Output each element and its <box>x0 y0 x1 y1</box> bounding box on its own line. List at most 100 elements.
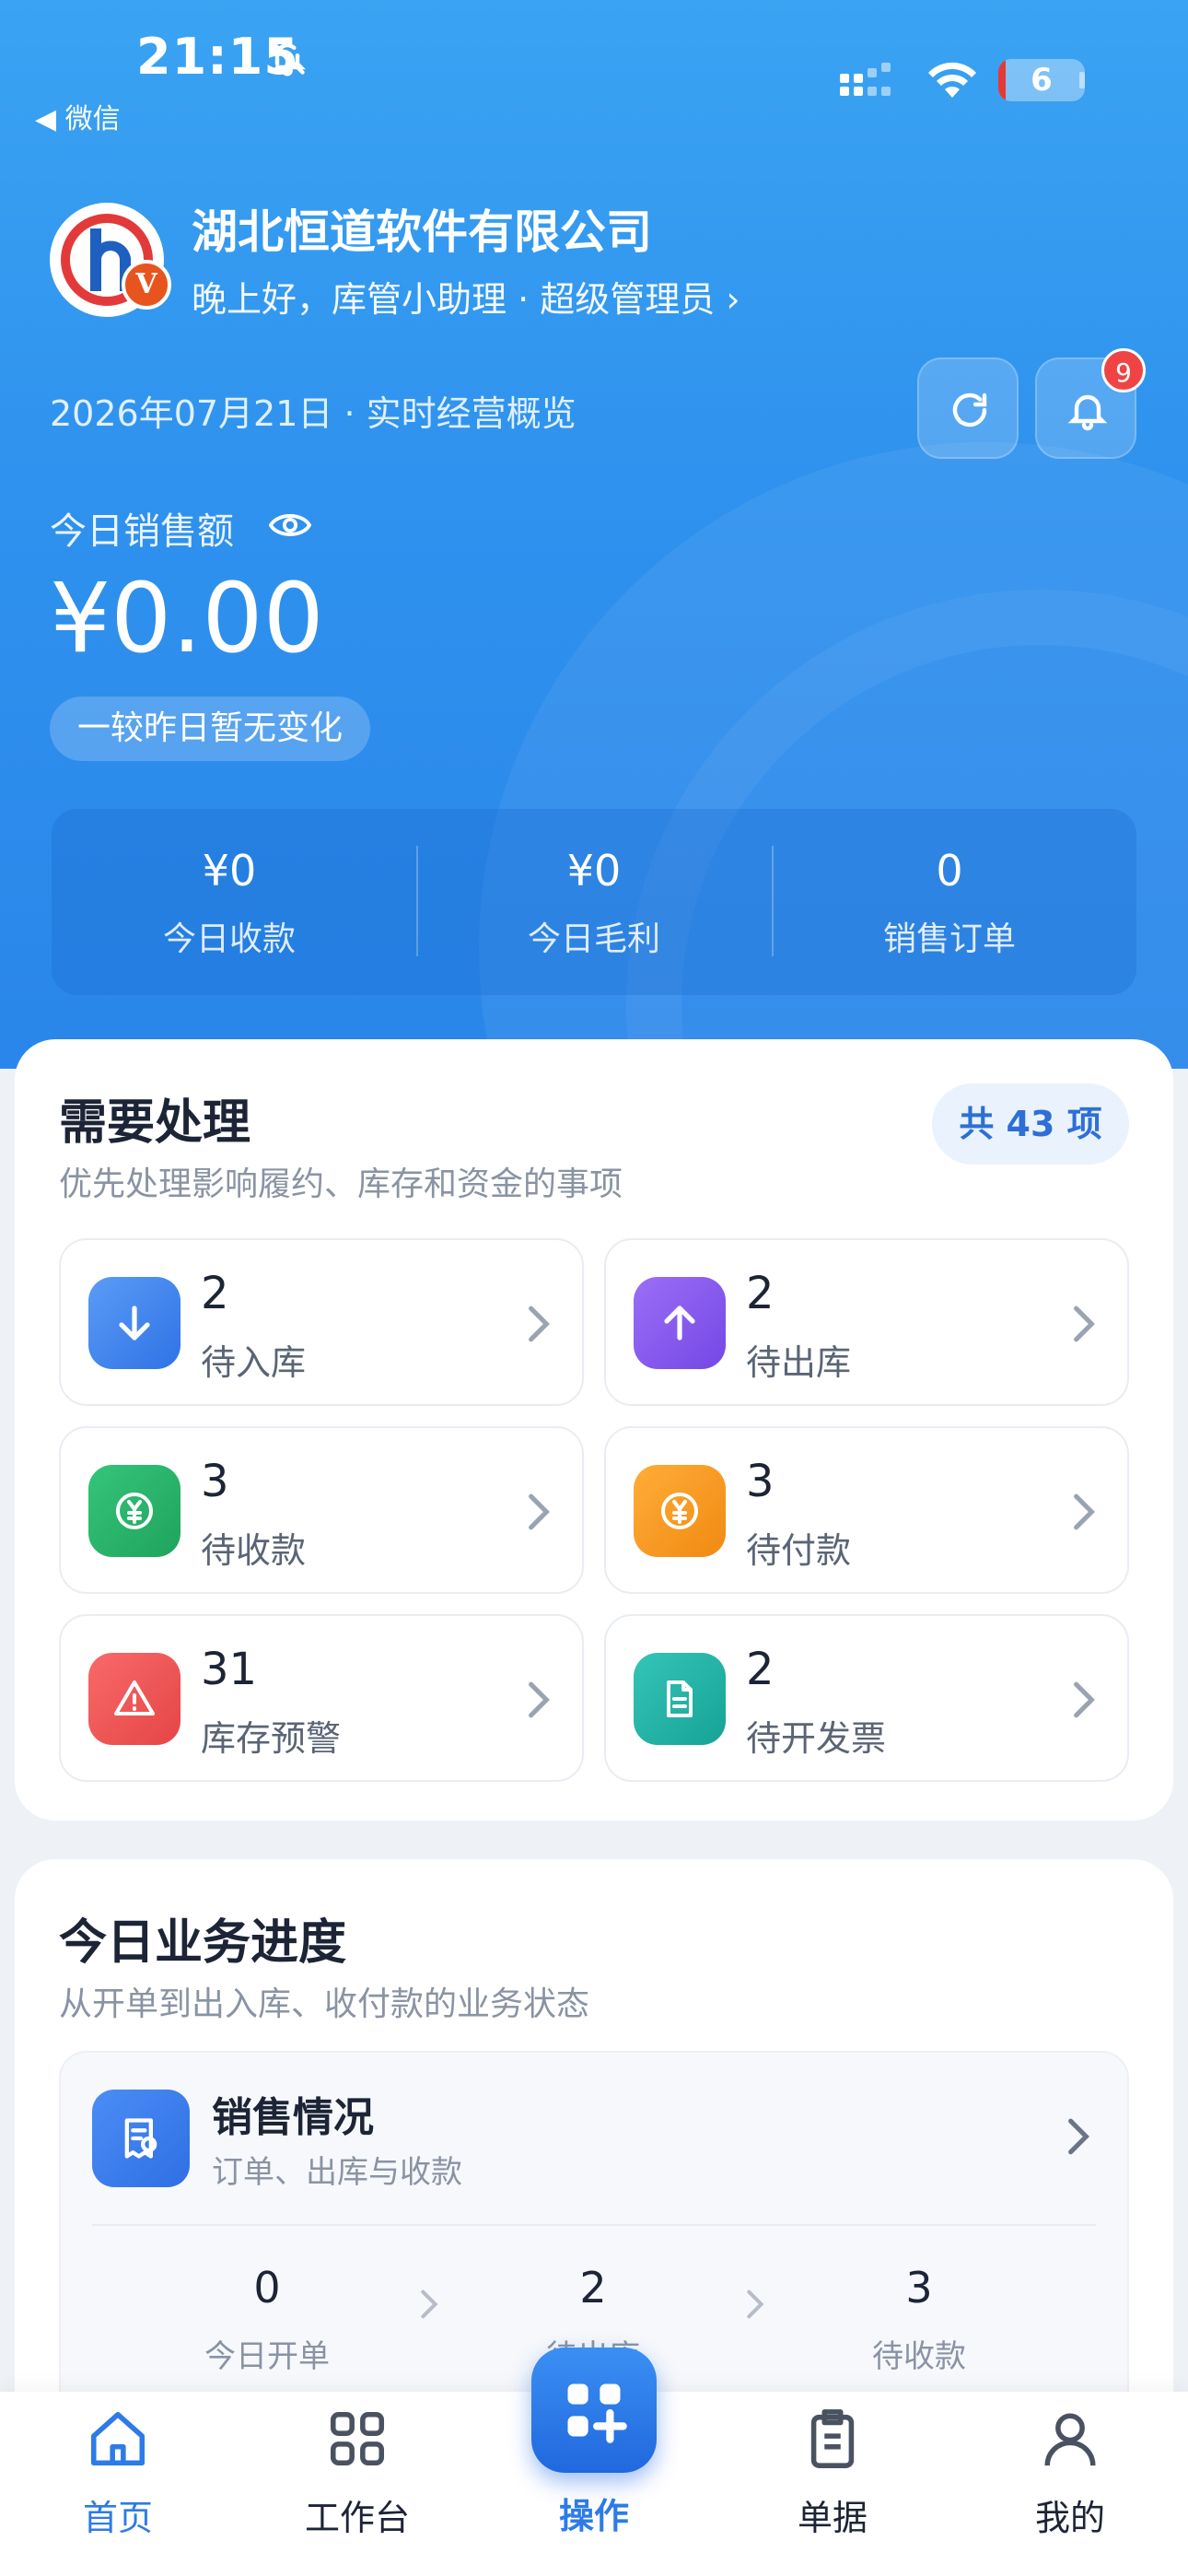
progress-stat-value: 3 <box>905 2263 933 2313</box>
tab-home[interactable]: 首页 <box>35 2406 201 2540</box>
signal-icon <box>840 63 891 96</box>
sales-icon-box <box>92 2090 190 2187</box>
chevron-right-icon[interactable] <box>1066 2117 1090 2156</box>
task-count: 2 <box>746 1644 775 1695</box>
task-stock-warning[interactable]: 31 库存预警 <box>59 1614 584 1782</box>
task-label: 待入库 <box>201 1342 307 1383</box>
sales-section-subtitle: 订单、出库与收款 <box>212 2154 462 2191</box>
progress-stat-label: 待收款 <box>872 2338 966 2375</box>
progress-subtitle: 从开单到出入库、收付款的业务状态 <box>59 1985 590 2023</box>
task-pending-invoice[interactable]: 2 待开发票 <box>604 1614 1129 1782</box>
task-label: 待付款 <box>746 1530 852 1571</box>
task-icon-box <box>88 1653 181 1745</box>
user-icon <box>1044 2413 1096 2466</box>
stat-label: 今日毛利 <box>527 920 660 958</box>
verified-badge: V <box>122 260 171 310</box>
stat-today-profit[interactable]: ¥0 今日毛利 <box>416 809 772 995</box>
document-icon <box>667 1680 693 1717</box>
task-icon-box <box>634 1465 726 1557</box>
wifi-icon <box>928 62 976 98</box>
chevron-right-icon <box>747 2289 764 2319</box>
task-icon-box <box>88 1277 181 1369</box>
stat-sales-orders[interactable]: 0 销售订单 <box>772 809 1127 995</box>
battery-tip <box>1079 72 1085 88</box>
task-count: 3 <box>201 1456 229 1507</box>
tab-profile[interactable]: 我的 <box>987 2406 1153 2540</box>
task-icon-box <box>634 1653 726 1745</box>
task-icon-box <box>88 1465 181 1557</box>
date-overview: 2026年07月21日 · 实时经营概览 <box>50 393 577 434</box>
task-label: 库存预警 <box>201 1718 342 1759</box>
task-pending-receipt[interactable]: 3 待收款 <box>59 1426 584 1594</box>
progress-stat-pending-receipt[interactable]: 3 待收款 <box>781 2263 1057 2376</box>
chevron-right-icon <box>1074 1306 1095 1342</box>
task-count: 3 <box>746 1456 775 1507</box>
stat-value: ¥0 <box>202 846 257 896</box>
stat-label: 销售订单 <box>882 920 1016 958</box>
task-pending-payment[interactable]: 3 待付款 <box>604 1426 1129 1594</box>
task-icon-box <box>634 1277 726 1369</box>
refresh-button[interactable] <box>917 357 1019 459</box>
bell-icon <box>1067 394 1108 431</box>
refresh-icon <box>952 392 987 427</box>
sales-section-title: 销售情况 <box>212 2094 374 2141</box>
todo-title: 需要处理 <box>59 1095 251 1151</box>
progress-title: 今日业务进度 <box>59 1915 347 1971</box>
sales-label: 今日销售额 <box>50 510 234 553</box>
chevron-right-icon <box>529 1681 550 1718</box>
todo-total-badge: 共 43 项 <box>932 1083 1129 1165</box>
battery-indicator: 6 <box>998 59 1085 101</box>
tab-operation-button[interactable] <box>531 2348 657 2473</box>
tab-label: 工作台 <box>304 2498 410 2538</box>
change-indicator: 一较昨日暂无变化 <box>50 697 371 761</box>
tab-label[interactable]: 操作 <box>516 2488 672 2538</box>
tab-documents[interactable]: 单据 <box>750 2406 915 2540</box>
bell-off-icon <box>270 40 306 76</box>
arrow-up-icon <box>664 1306 695 1341</box>
grid-icon <box>330 2411 385 2466</box>
task-label: 待开发票 <box>746 1718 887 1759</box>
progress-stat-value: 0 <box>253 2263 281 2313</box>
stat-label: 今日收款 <box>162 920 296 958</box>
back-to-wechat[interactable]: ◀ 微信 <box>35 96 121 136</box>
warning-icon <box>114 1680 155 1715</box>
stat-value: ¥0 <box>566 846 622 896</box>
add-grid-icon <box>567 2383 627 2443</box>
task-label: 待出库 <box>746 1342 852 1383</box>
home-icon <box>90 2411 146 2466</box>
chevron-right-icon <box>1074 1493 1095 1530</box>
task-count: 2 <box>201 1268 229 1319</box>
task-count: 31 <box>201 1644 258 1695</box>
user-greeting[interactable]: 晚上好，库管小助理 · 超级管理员 › <box>192 271 740 322</box>
chevron-right-icon <box>421 2289 438 2319</box>
stat-today-receipts[interactable]: ¥0 今日收款 <box>52 809 407 995</box>
sales-receipt-icon <box>124 2118 157 2159</box>
sales-stats-panel: ¥0 今日收款 ¥0 今日毛利 0 销售订单 <box>52 809 1136 995</box>
divider <box>92 2224 1096 2226</box>
tab-label: 我的 <box>1034 2498 1105 2538</box>
task-label: 待收款 <box>201 1530 307 1571</box>
company-name: 湖北恒道软件有限公司 <box>192 205 652 259</box>
battery-level: 6 <box>1031 62 1053 99</box>
chevron-right-icon <box>529 1306 550 1342</box>
progress-stat-today-orders[interactable]: 0 今日开单 <box>129 2263 405 2376</box>
tab-label: 单据 <box>797 2498 868 2538</box>
task-pending-outbound[interactable]: 2 待出库 <box>604 1238 1129 1406</box>
chevron-right-icon <box>1074 1681 1095 1718</box>
clipboard-icon <box>810 2409 855 2468</box>
yuan-icon <box>661 1493 698 1529</box>
chevron-right-icon <box>529 1493 550 1530</box>
tab-label: 首页 <box>82 2498 153 2538</box>
progress-stat-label: 今日开单 <box>204 2338 330 2375</box>
task-pending-inbound[interactable]: 2 待入库 <box>59 1238 584 1406</box>
yuan-icon <box>116 1493 153 1529</box>
arrow-down-icon <box>119 1306 150 1341</box>
tab-workbench[interactable]: 工作台 <box>274 2406 440 2540</box>
todo-subtitle: 优先处理影响履约、库存和资金的事项 <box>59 1165 623 1203</box>
stat-value: 0 <box>936 846 963 896</box>
task-count: 2 <box>746 1268 775 1319</box>
notification-badge: 9 <box>1101 348 1146 392</box>
sales-amount: ¥0.00 <box>50 562 324 674</box>
eye-icon[interactable] <box>269 507 311 544</box>
progress-stat-value: 2 <box>579 2263 607 2313</box>
